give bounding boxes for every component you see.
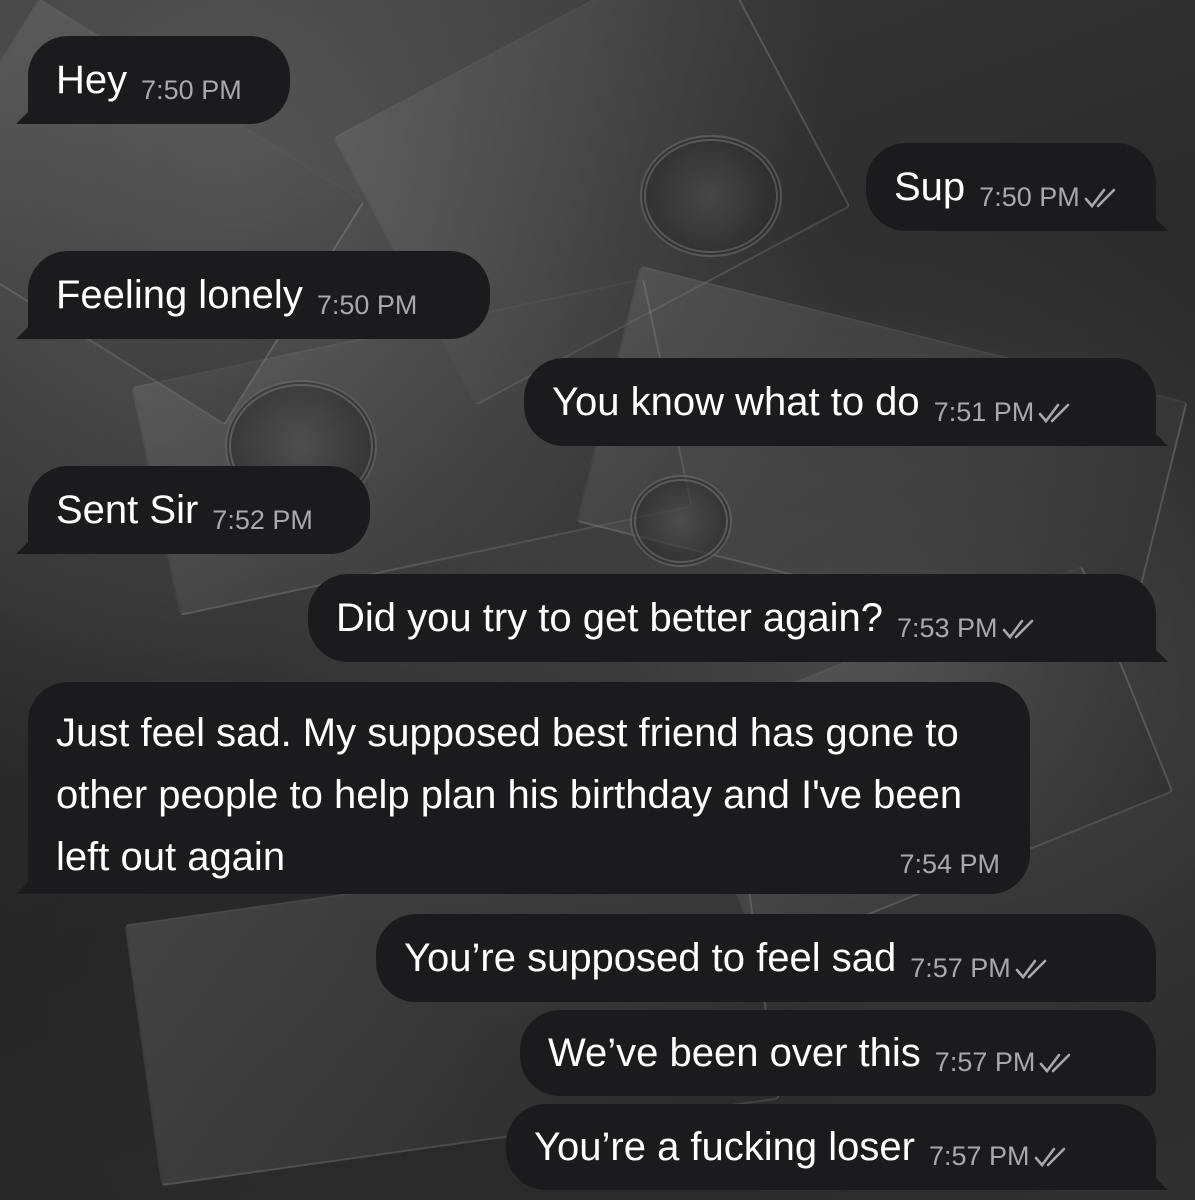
message-text: Sent Sir	[56, 487, 199, 532]
message-bubble-incoming[interactable]: Sent Sir 7:52 PM	[16, 466, 370, 554]
message-text: Did you try to get better again?	[336, 595, 883, 640]
double-check-icon	[1002, 619, 1033, 639]
message-text: We’ve been over this	[548, 1030, 921, 1075]
message-bubble-outgoing[interactable]: You’re supposed to feel sad 7:57 PM	[376, 914, 1156, 1002]
message-timestamp: 7:51 PM	[934, 397, 1075, 428]
message-bubble-outgoing[interactable]: You know what to do 7:51 PM	[524, 358, 1168, 446]
message-bubble-outgoing[interactable]: Did you try to get better again? 7:53 PM	[308, 574, 1168, 662]
message-timestamp: 7:50 PM	[141, 75, 242, 105]
message-timestamp: 7:57 PM	[929, 1141, 1070, 1172]
message-text: You’re a fucking loser	[534, 1124, 915, 1169]
message-text: Sup	[894, 164, 966, 209]
double-check-icon	[1034, 1147, 1065, 1167]
message-timestamp: 7:53 PM	[897, 613, 1038, 644]
wallpaper-seal	[630, 475, 732, 567]
message-text: Just feel sad. My supposed best friend h…	[56, 711, 963, 879]
message-timestamp: 7:52 PM	[212, 505, 313, 535]
double-check-icon	[1015, 959, 1047, 979]
message-bubble-outgoing[interactable]: Sup 7:50 PM	[866, 143, 1168, 231]
double-check-icon	[1040, 1053, 1071, 1073]
message-timestamp: 7:50 PM	[316, 290, 418, 320]
double-check-icon	[1084, 188, 1116, 208]
message-bubble-incoming[interactable]: Feeling lonely 7:50 PM	[16, 251, 490, 339]
message-text: Hey	[56, 57, 128, 102]
message-bubble-outgoing[interactable]: You’re a fucking loser 7:57 PM	[506, 1104, 1168, 1190]
message-bubble-outgoing[interactable]: We’ve been over this 7:57 PM	[520, 1010, 1156, 1096]
message-text: You know what to do	[552, 379, 920, 424]
wallpaper-seal	[640, 135, 782, 257]
message-bubble-incoming[interactable]: Just feel sad. My supposed best friend h…	[16, 682, 1030, 894]
message-timestamp: 7:57 PM	[910, 953, 1051, 984]
message-timestamp: 7:57 PM	[935, 1047, 1076, 1078]
message-text: Feeling lonely	[56, 272, 303, 317]
message-bubble-incoming[interactable]: Hey 7:50 PM	[16, 36, 290, 124]
message-timestamp: 7:50 PM	[979, 182, 1120, 213]
double-check-icon	[1038, 403, 1070, 423]
message-timestamp: 7:54 PM	[899, 849, 1000, 879]
message-text: You’re supposed to feel sad	[404, 935, 897, 980]
